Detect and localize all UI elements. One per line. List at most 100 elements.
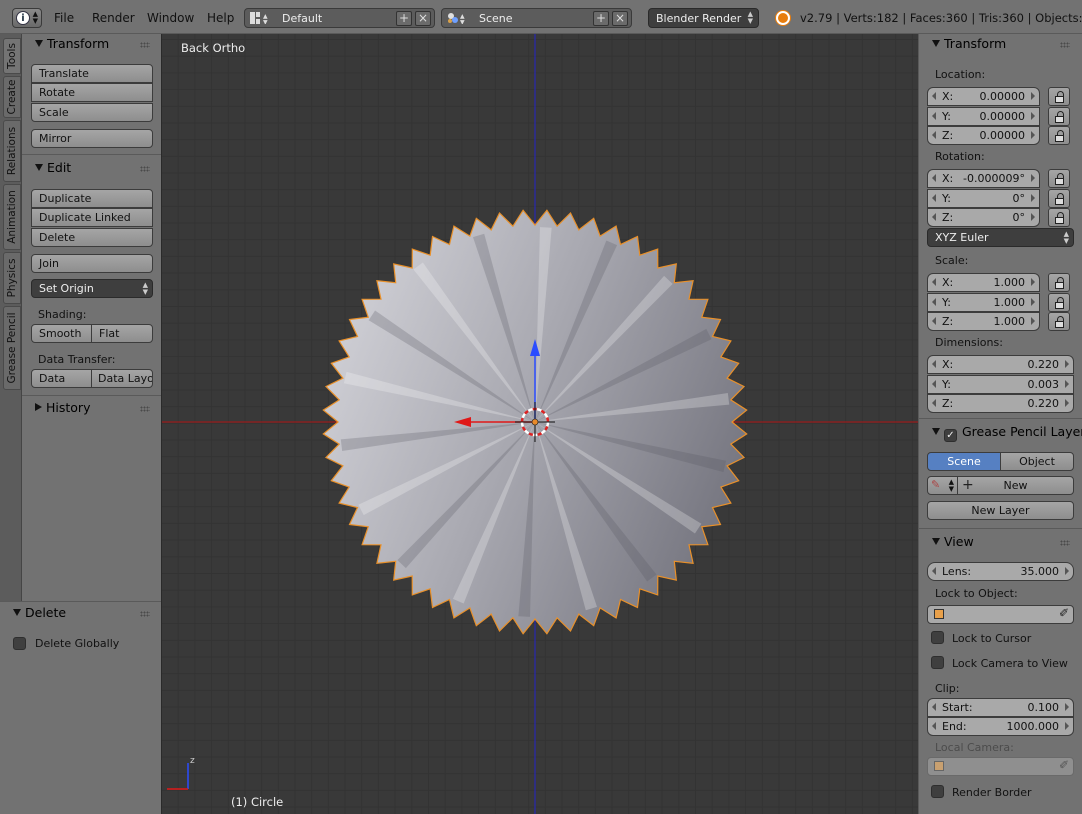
location-x-field[interactable]: X: 0.00000 — [927, 87, 1040, 106]
up-down-arrows-icon: ▲ ▼ — [32, 10, 38, 25]
data-transfer-button[interactable]: Data — [31, 369, 92, 388]
tab-grease-pencil[interactable]: Grease Pencil — [3, 306, 21, 390]
axis-value: 0.220 — [1027, 358, 1060, 371]
menu-window[interactable]: Window — [147, 11, 194, 25]
tab-label: Grease Pencil — [6, 312, 18, 384]
drag-grip-icon[interactable] — [140, 406, 150, 412]
drag-grip-icon[interactable] — [1060, 42, 1070, 48]
remove-layout-icon[interactable]: × — [415, 11, 431, 26]
tab-animation[interactable]: Animation — [3, 184, 21, 250]
lock-scale-z-icon[interactable] — [1048, 312, 1070, 331]
delete-operator-header[interactable]: Delete — [13, 605, 66, 620]
view-properties-header[interactable]: View — [932, 534, 974, 549]
lock-location-y-icon[interactable] — [1048, 106, 1070, 126]
lock-camera-checkbox[interactable] — [931, 656, 944, 669]
gp-scene-toggle[interactable]: Scene — [927, 452, 1001, 471]
add-layout-icon[interactable]: + — [396, 11, 412, 26]
scale-x-field[interactable]: X: 1.000 — [927, 273, 1040, 292]
transform-panel-header[interactable]: Transform — [35, 36, 109, 51]
drag-grip-icon[interactable] — [1060, 540, 1070, 546]
gp-object-toggle[interactable]: Object — [1000, 452, 1074, 471]
rotation-y-field[interactable]: Y: 0° — [927, 188, 1040, 208]
lock-rotation-y-icon[interactable] — [1048, 188, 1070, 208]
data-transfer-label: Data Transfer: — [38, 353, 116, 366]
gp-datablock-browse[interactable]: ✎ ▲ ▼ — [927, 476, 958, 495]
rotate-button[interactable]: Rotate — [31, 83, 153, 102]
grease-pencil-layers-header[interactable]: ✓ Grease Pencil Layers — [932, 424, 1082, 442]
axis-label: X: — [942, 172, 954, 185]
rotation-z-field[interactable]: Z: 0° — [927, 208, 1040, 227]
shading-label: Shading: — [38, 308, 87, 321]
grease-pencil-checkbox[interactable]: ✓ — [944, 429, 957, 442]
translate-button[interactable]: Translate — [31, 64, 153, 83]
tab-create[interactable]: Create — [3, 76, 21, 118]
scene-name: Scene — [479, 12, 513, 25]
lock-location-x-icon[interactable] — [1048, 87, 1070, 106]
up-down-arrows-icon: ▲ ▼ — [142, 281, 148, 296]
expand-triangle-icon — [932, 40, 940, 47]
drag-grip-icon[interactable] — [140, 611, 150, 617]
lock-rotation-x-icon[interactable] — [1048, 169, 1070, 188]
dimension-x-field[interactable]: X: 0.220 — [927, 355, 1074, 374]
location-z-field[interactable]: Z: 0.00000 — [927, 126, 1040, 145]
transform-properties-header[interactable]: Transform — [932, 36, 1006, 51]
lock-scale-y-icon[interactable] — [1048, 292, 1070, 312]
clip-end-label: End: — [942, 720, 967, 733]
axis-label: X: — [942, 90, 954, 103]
menu-file[interactable]: File — [54, 11, 74, 25]
delete-globally-checkbox[interactable] — [13, 637, 26, 650]
clip-start-field[interactable]: Start: 0.100 — [927, 698, 1074, 717]
scale-z-field[interactable]: Z: 1.000 — [927, 312, 1040, 331]
clip-end-field[interactable]: End: 1000.000 — [927, 717, 1074, 736]
data-layout-button[interactable]: Data Layo — [91, 369, 153, 388]
divider — [919, 528, 1082, 529]
up-down-arrows-icon: ▲ ▼ — [747, 10, 753, 25]
lock-object-field[interactable]: ✐ — [927, 605, 1074, 624]
location-y-field[interactable]: Y: 0.00000 — [927, 106, 1040, 126]
dimension-y-field[interactable]: Y: 0.003 — [927, 374, 1074, 394]
tab-tools[interactable]: Tools — [3, 38, 21, 74]
join-button[interactable]: Join — [31, 254, 153, 273]
screen-layout-field[interactable]: ▲ ▼ Default + × — [244, 8, 435, 28]
render-border-checkbox[interactable] — [931, 785, 944, 798]
rotation-mode-dropdown[interactable]: XYZ Euler ▲ ▼ — [927, 228, 1074, 247]
scene-field[interactable]: ▲ ▼ Scene + × — [441, 8, 632, 28]
lock-location-z-icon[interactable] — [1048, 126, 1070, 145]
drag-grip-icon[interactable] — [140, 42, 150, 48]
drag-grip-icon[interactable] — [140, 166, 150, 172]
lock-to-cursor-checkbox[interactable] — [931, 631, 944, 644]
object-cube-icon — [934, 609, 944, 619]
remove-scene-icon[interactable]: × — [612, 11, 628, 26]
divider — [22, 154, 161, 155]
menu-help[interactable]: Help — [207, 11, 234, 25]
tool-shelf: Transform Translate Rotate Scale Mirror … — [22, 34, 161, 601]
panel-title: Edit — [47, 160, 72, 175]
delete-button[interactable]: Delete — [31, 228, 153, 247]
editor-type-button[interactable]: i ▲ ▼ — [12, 8, 42, 28]
lock-rotation-z-icon[interactable] — [1048, 208, 1070, 227]
set-origin-dropdown[interactable]: Set Origin ▲ ▼ — [31, 279, 153, 298]
3d-viewport[interactable]: Back Ortho z (1) Circle — [161, 34, 918, 814]
gp-new-button[interactable]: + New — [957, 476, 1074, 495]
scale-y-field[interactable]: Y: 1.000 — [927, 292, 1040, 312]
edit-panel-header[interactable]: Edit — [35, 160, 71, 175]
axis-value: 0.003 — [1027, 377, 1060, 391]
dimension-z-field[interactable]: Z: 0.220 — [927, 394, 1074, 413]
add-scene-icon[interactable]: + — [593, 11, 609, 26]
duplicate-linked-button[interactable]: Duplicate Linked — [31, 208, 153, 227]
lens-field[interactable]: Lens: 35.000 — [927, 562, 1074, 581]
tab-physics[interactable]: Physics — [3, 252, 21, 304]
duplicate-button[interactable]: Duplicate — [31, 189, 153, 208]
menu-render[interactable]: Render — [92, 11, 135, 25]
tab-relations[interactable]: Relations — [3, 120, 21, 182]
mirror-button[interactable]: Mirror — [31, 129, 153, 148]
flat-button[interactable]: Flat — [91, 324, 153, 343]
history-panel-header[interactable]: History — [35, 400, 90, 415]
smooth-button[interactable]: Smooth — [31, 324, 92, 343]
rotation-x-field[interactable]: X: -0.000009° — [927, 169, 1040, 188]
scale-button[interactable]: Scale — [31, 103, 153, 122]
render-engine-dropdown[interactable]: Blender Render ▲ ▼ — [648, 8, 759, 28]
eyedropper-icon[interactable]: ✐ — [1059, 606, 1069, 620]
lock-scale-x-icon[interactable] — [1048, 273, 1070, 292]
new-layer-button[interactable]: New Layer — [927, 501, 1074, 520]
